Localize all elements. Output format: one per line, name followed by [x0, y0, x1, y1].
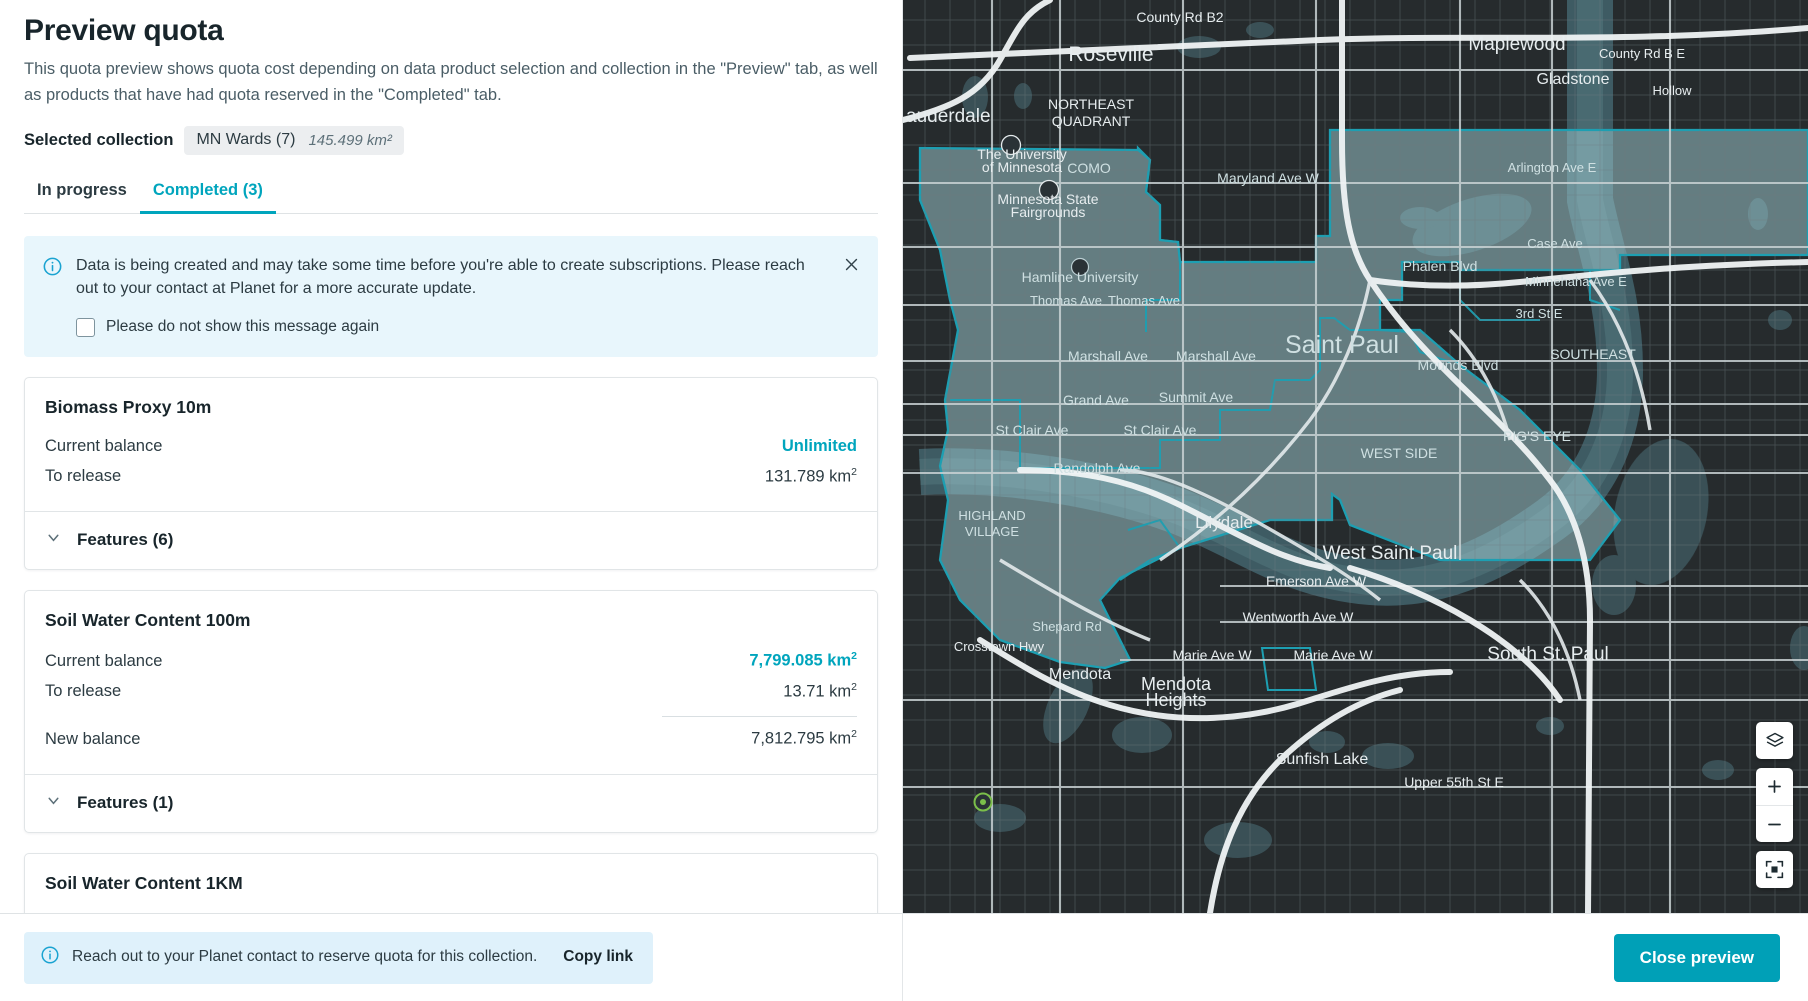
features-label: Features (1) [77, 792, 174, 812]
copy-link-button[interactable]: Copy link [563, 948, 633, 966]
close-preview-button[interactable]: Close preview [1613, 933, 1780, 982]
reserve-quota-notice: Reach out to your Planet contact to rese… [24, 931, 654, 984]
balance-value: Unlimited [781, 436, 857, 455]
features-toggle[interactable]: Features (1) [25, 773, 877, 832]
product-card-soil-water-content-100m: Soil Water Content 100m Current balance … [24, 590, 878, 833]
dont-show-again-checkbox[interactable] [76, 317, 95, 337]
map-panel[interactable]: County Rd B2 Roseville Maplewood County Rd … [903, 0, 1808, 1001]
info-banner: Data is being created and may take some … [24, 236, 878, 357]
dont-show-again-row[interactable]: Please do not show this message again [76, 317, 828, 337]
balance-row: Current balance Unlimited [45, 432, 857, 461]
balance-label: To release [45, 467, 122, 485]
info-icon [42, 256, 63, 336]
page-title: Preview quota [24, 14, 224, 47]
selected-collection-label: Selected collection [24, 131, 174, 150]
collection-area: 145.499 km² [308, 131, 392, 149]
dont-show-again-label: Please do not show this message again [106, 318, 380, 335]
close-icon[interactable] [840, 253, 862, 275]
features-toggle[interactable]: Features (6) [25, 511, 877, 569]
selected-collection-row: Selected collection MN Wards (7) 145.499… [24, 126, 878, 156]
map-footer-bar: Close preview [903, 913, 1808, 1001]
balance-row: Current balance 541.769 km2 [45, 908, 857, 914]
banner-body: Data is being created and may take some … [76, 254, 858, 337]
page-description: This quota preview shows quota cost depe… [24, 60, 878, 104]
zoom-in-icon[interactable] [1756, 768, 1793, 805]
product-title: Soil Water Content 1KM [45, 872, 243, 893]
balance-label: Current balance [45, 436, 163, 455]
product-card-biomass-proxy-10m: Biomass Proxy 10m Current balance Unlimi… [24, 376, 878, 570]
tab-completed[interactable]: Completed (3) [139, 173, 276, 215]
zoom-control-group [1756, 768, 1793, 842]
collection-chip[interactable]: MN Wards (7) 145.499 km² [184, 126, 404, 156]
card-body: Soil Water Content 100m Current balance … [25, 591, 877, 774]
balance-label: New balance [45, 729, 141, 748]
preview-quota-screen: Preview quota This quota preview shows q… [0, 0, 1808, 1001]
layers-control-group [1756, 722, 1793, 759]
balance-row: To release 13.71 km2 [45, 676, 857, 707]
notice-text: Reach out to your Planet contact to rese… [72, 948, 538, 965]
fit-bounds-control-group [1756, 851, 1793, 888]
card-body: Biomass Proxy 10m Current balance Unlimi… [25, 378, 877, 512]
balance-row: New balance 7,812.795 km2 [45, 723, 857, 754]
tab-bar: In progress Completed (3) [24, 173, 878, 215]
info-icon [40, 945, 60, 970]
balance-value: 131.789 km2 [764, 465, 857, 486]
chevron-down-icon [45, 792, 62, 814]
card-body: Soil Water Content 1KM Current balance 5… [25, 854, 877, 914]
product-title: Biomass Proxy 10m [45, 396, 212, 417]
quota-panel: Preview quota This quota preview shows q… [0, 0, 903, 1001]
zoom-out-icon[interactable] [1756, 805, 1793, 842]
balance-row: Current balance 7,799.085 km2 [45, 645, 857, 676]
chevron-down-icon [45, 529, 62, 551]
map-controls [1756, 722, 1793, 888]
map-canvas[interactable] [903, 0, 1808, 913]
balance-divider [662, 716, 857, 717]
balance-row: To release 131.789 km2 [45, 461, 857, 492]
features-label: Features (6) [77, 530, 174, 549]
balance-value: 541.769 km2 [763, 913, 857, 914]
balance-label: To release [45, 682, 122, 700]
collection-name: MN Wards (7) [196, 131, 296, 149]
balance-label: Current balance [45, 651, 163, 670]
balance-value: 7,812.795 km2 [751, 728, 857, 748]
balance-value: 7,799.085 km2 [749, 650, 857, 670]
balance-value: 13.71 km2 [783, 680, 857, 701]
banner-text: Data is being created and may take some … [76, 257, 805, 298]
fit-bounds-icon[interactable] [1756, 851, 1793, 888]
tab-in-progress[interactable]: In progress [24, 173, 140, 214]
product-card-soil-water-content-1km: Soil Water Content 1KM Current balance 5… [24, 852, 878, 914]
layers-icon[interactable] [1756, 722, 1793, 759]
panel-bottom-bar: Reach out to your Planet contact to rese… [0, 913, 902, 1001]
product-title: Soil Water Content 100m [45, 610, 251, 630]
quota-panel-scroll[interactable]: Preview quota This quota preview shows q… [0, 0, 902, 913]
